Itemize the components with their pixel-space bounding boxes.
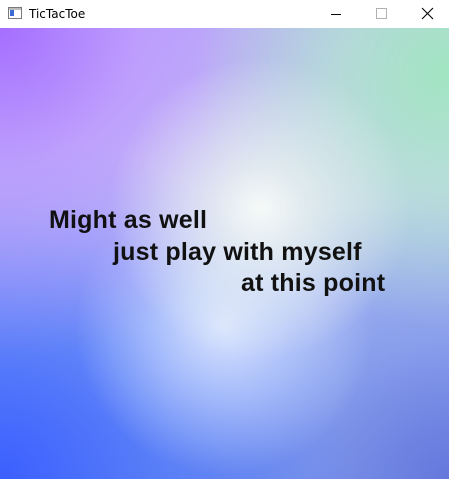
- game-canvas[interactable]: Might as well just play with myself at t…: [0, 28, 449, 479]
- maximize-icon: [376, 8, 387, 19]
- app-icon[interactable]: [8, 7, 22, 19]
- message-line-1: Might as well: [49, 206, 208, 234]
- title-bar[interactable]: TicTacToe: [0, 0, 449, 28]
- app-window: TicTacToe Might as well just play with m…: [0, 0, 449, 479]
- minimize-icon: [331, 14, 341, 15]
- message-line-3: at this point: [241, 269, 386, 297]
- message-line-2: just play with myself: [113, 238, 362, 266]
- minimize-button[interactable]: [314, 0, 358, 28]
- close-button[interactable]: [405, 0, 449, 28]
- window-title: TicTacToe: [29, 7, 86, 21]
- close-icon: [421, 7, 434, 20]
- maximize-button[interactable]: [359, 0, 403, 28]
